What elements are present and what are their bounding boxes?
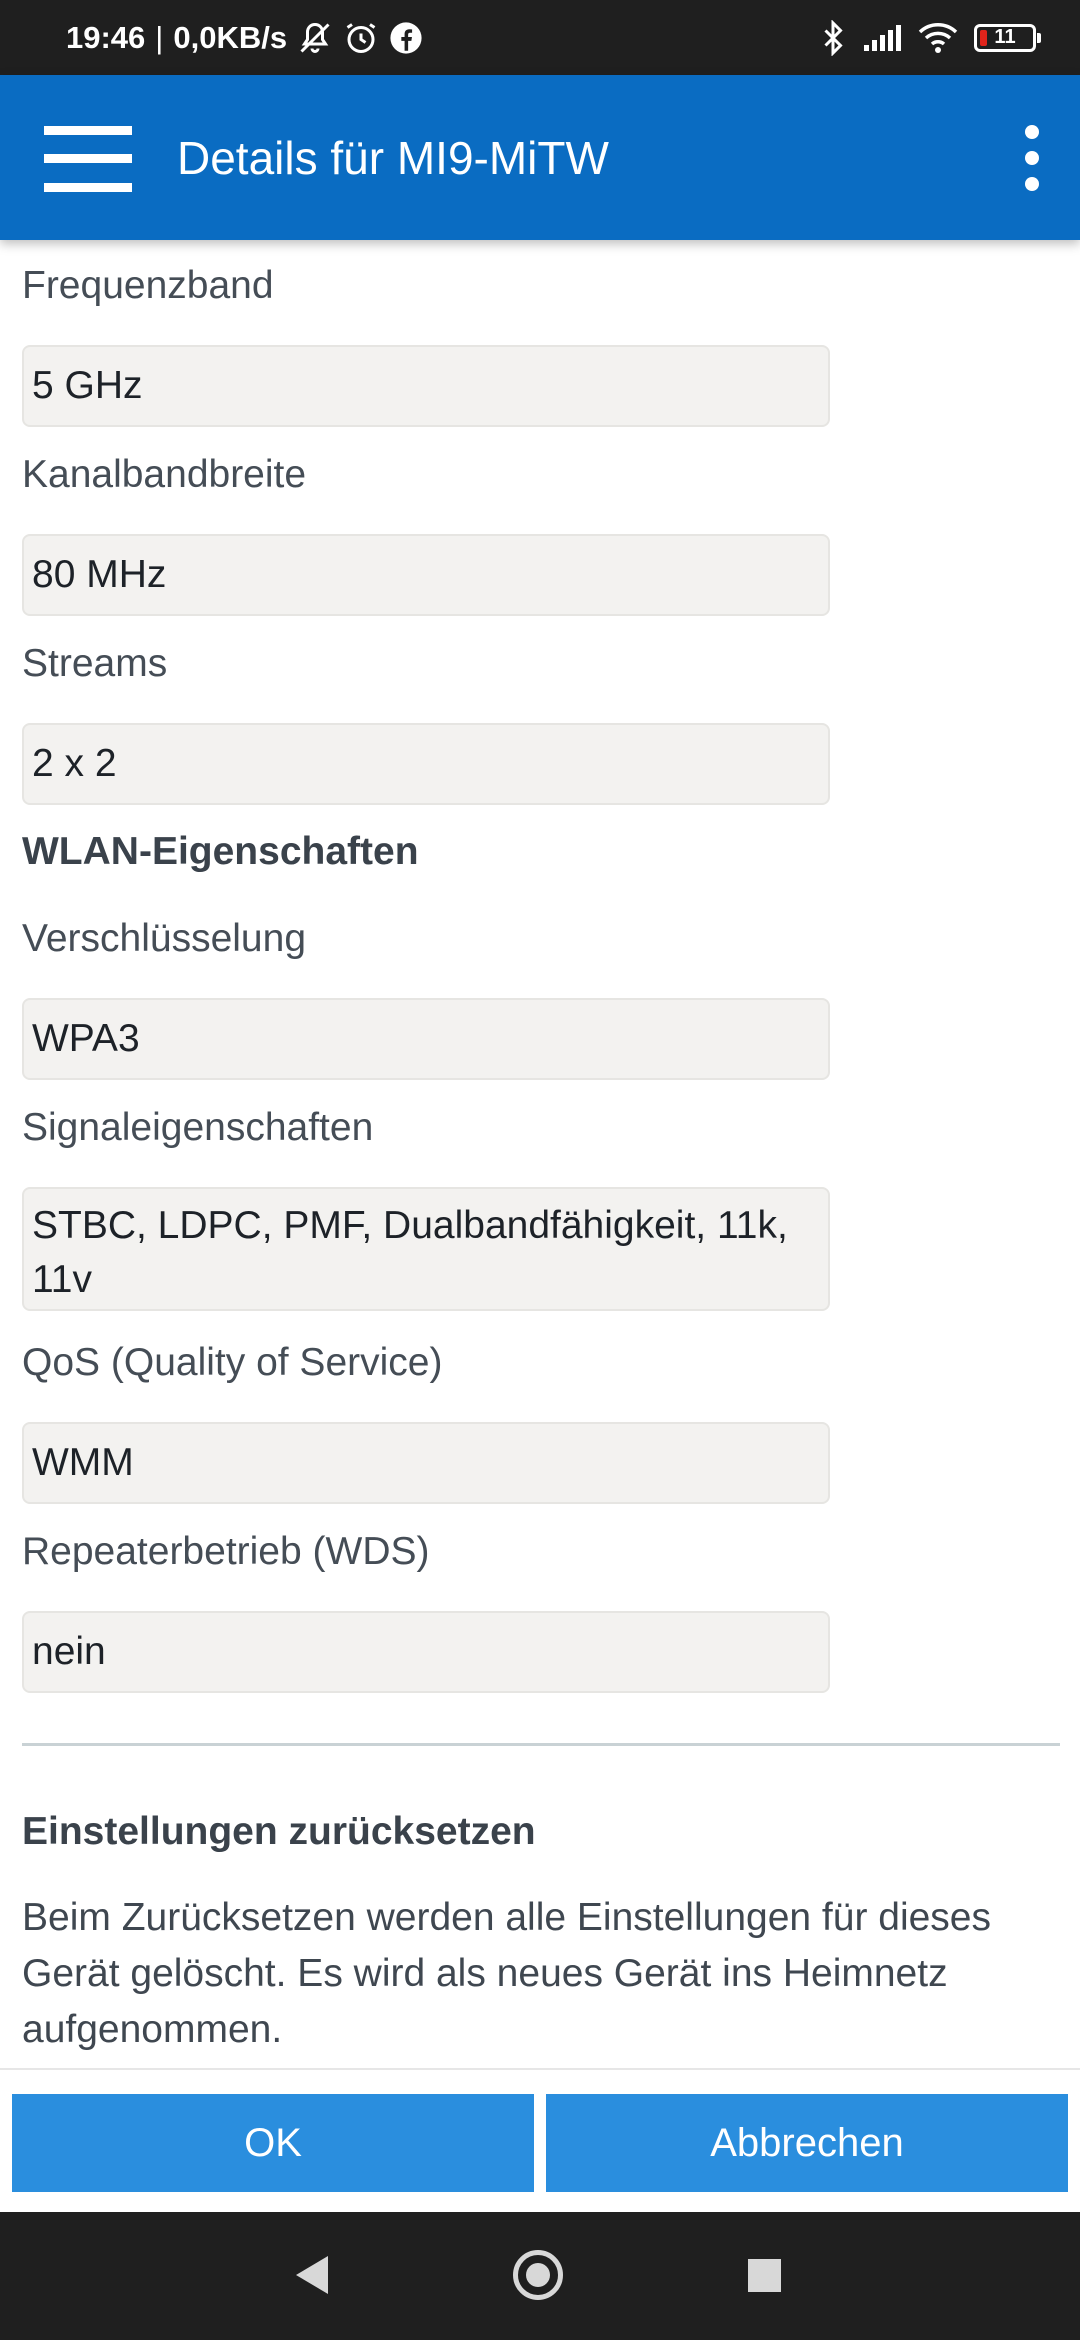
cancel-button[interactable]: Abbrechen (546, 2094, 1068, 2192)
qos-value: WMM (22, 1422, 830, 1504)
back-icon[interactable] (296, 2256, 328, 2294)
signal-properties-line-1: STBC, LDPC, PMF, Dualbandfähigkeit, 11k, (32, 1204, 788, 1247)
home-icon[interactable] (513, 2250, 563, 2300)
signal-properties-label: Signaleigenschaften (22, 1106, 374, 1149)
status-separator: | (155, 19, 164, 55)
encryption-label: Verschlüsselung (22, 917, 307, 960)
frequency-band-value: 5 GHz (22, 345, 830, 427)
section-divider (22, 1743, 1060, 1746)
reset-text-line-2: Gerät gelöscht. Es wird als neues Gerät … (22, 1952, 948, 1995)
status-bar-right: 11 (820, 0, 1041, 75)
network-speed: 0,0KB/s (173, 19, 288, 55)
wlan-properties-heading: WLAN-Eigenschaften (22, 830, 419, 873)
channel-bandwidth-label: Kanalbandbreite (22, 453, 307, 496)
app-bar: Details für MI9-MiTW (0, 75, 1080, 240)
system-nav-bar (0, 2212, 1080, 2340)
dialog-button-bar: OK Abbrechen (0, 2068, 1080, 2212)
streams-label: Streams (22, 642, 168, 685)
signal-icon (862, 23, 902, 53)
alarm-icon (343, 20, 379, 56)
details-content[interactable]: Frequenzband 5 GHz Kanalbandbreite 80 MH… (0, 240, 1080, 2070)
status-bar-left: 19:46 | 0,0KB/s (66, 0, 423, 75)
facebook-icon (389, 21, 423, 55)
repeater-mode-value: nein (22, 1611, 830, 1693)
wifi-icon (918, 22, 958, 54)
channel-bandwidth-value: 80 MHz (22, 534, 830, 616)
reset-settings-description: Beim Zurücksetzen werden alle Einstellun… (22, 1890, 1062, 2058)
more-vert-icon[interactable] (1008, 125, 1056, 191)
streams-value: 2 x 2 (22, 723, 830, 805)
qos-label: QoS (Quality of Service) (22, 1341, 443, 1384)
reset-settings-heading: Einstellungen zurücksetzen (22, 1810, 536, 1853)
battery-level: 11 (994, 26, 1016, 48)
ok-button[interactable]: OK (12, 2094, 534, 2192)
signal-properties-value: STBC, LDPC, PMF, Dualbandfähigkeit, 11k,… (22, 1187, 830, 1311)
recent-apps-icon[interactable] (748, 2259, 781, 2292)
signal-properties-line-2: 11v (32, 1258, 92, 1301)
status-bar: 19:46 | 0,0KB/s 11 (0, 0, 1080, 75)
frequency-band-label: Frequenzband (22, 264, 274, 307)
reset-text-line-1: Beim Zurücksetzen werden alle Einstellun… (22, 1896, 992, 1939)
page-title: Details für MI9-MiTW (177, 131, 609, 184)
encryption-value: WPA3 (22, 998, 830, 1080)
bluetooth-icon (820, 19, 846, 56)
notifications-off-icon (297, 20, 333, 56)
repeater-mode-label: Repeaterbetrieb (WDS) (22, 1530, 430, 1573)
battery-icon: 11 (974, 23, 1041, 52)
hamburger-menu-icon[interactable] (44, 126, 132, 192)
reset-text-line-3: aufgenommen. (22, 2008, 283, 2051)
status-time: 19:46 (66, 19, 146, 55)
